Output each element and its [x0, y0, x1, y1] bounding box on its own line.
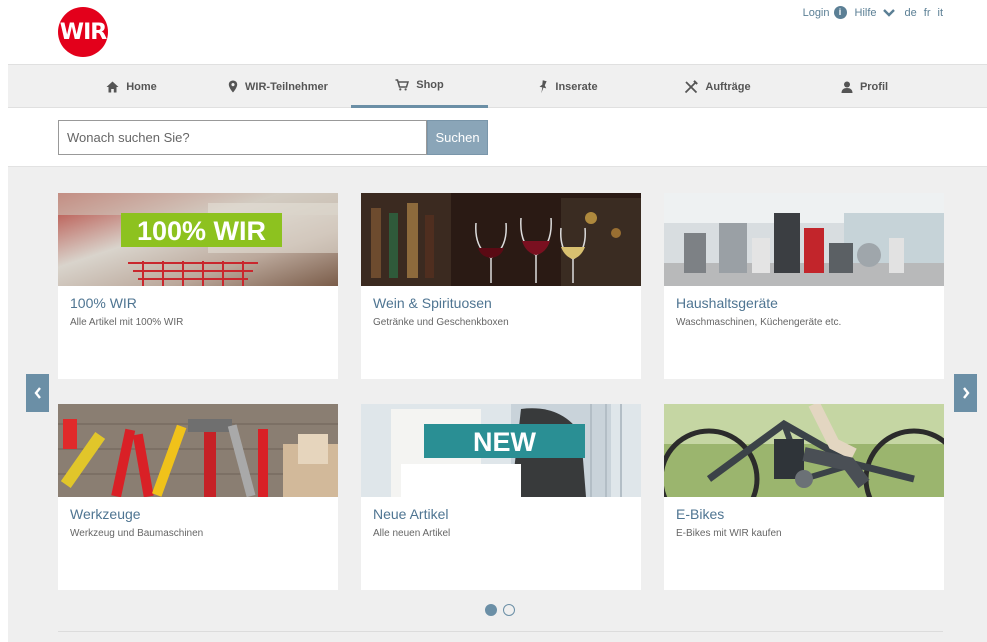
- main-nav: Home WIR-Teilnehmer Shop Inserate Aufträ…: [8, 64, 987, 108]
- banner-100-wir: 100% WIR: [137, 216, 266, 246]
- category-card-100-wir[interactable]: 100% WIR 100% WIR Alle Artikel mit 100% …: [58, 193, 338, 379]
- card-title: Werkzeuge: [70, 506, 141, 522]
- category-card-neue-artikel[interactable]: NEW Neue Artikel Alle neuen Artikel: [361, 404, 641, 590]
- card-title: E-Bikes: [676, 506, 725, 522]
- nav-auftraege[interactable]: Aufträge: [644, 65, 791, 108]
- carousel-dot-1[interactable]: [485, 604, 497, 616]
- nav-inserate[interactable]: Inserate: [498, 65, 638, 108]
- tools-icon: [685, 79, 699, 93]
- card-title: Wein & Spirituosen: [373, 295, 492, 311]
- wir-logo[interactable]: WIR: [58, 7, 108, 57]
- card-subtitle: E-Bikes mit WIR kaufen: [676, 528, 782, 539]
- cart-icon: [395, 79, 410, 91]
- card-subtitle: Werkzeug und Baumaschinen: [70, 528, 204, 539]
- card-image-wine-glasses: [361, 193, 641, 286]
- chevron-left-icon: [33, 387, 41, 399]
- nav-profil[interactable]: Profil: [791, 65, 938, 108]
- card-image-tools: [58, 404, 338, 497]
- carousel-prev-button[interactable]: [26, 374, 49, 412]
- card-subtitle: Getränke und Geschenkboxen: [373, 317, 509, 328]
- divider: [58, 631, 943, 632]
- card-title: Neue Artikel: [373, 506, 449, 522]
- user-icon: [841, 81, 853, 93]
- card-title: Haushaltsgeräte: [676, 295, 778, 311]
- lang-it[interactable]: it: [938, 7, 944, 19]
- carousel-next-button[interactable]: [954, 374, 977, 412]
- pushpin-icon: [539, 79, 548, 93]
- category-card-wein-spirituosen[interactable]: Wein & Spirituosen Getränke und Geschenk…: [361, 193, 641, 379]
- card-subtitle: Alle Artikel mit 100% WIR: [70, 317, 184, 328]
- nav-shop[interactable]: Shop: [351, 65, 488, 108]
- card-image-shopping-cart: 100% WIR: [58, 193, 338, 286]
- lang-fr[interactable]: fr: [924, 7, 931, 19]
- info-icon: i: [833, 6, 847, 19]
- card-subtitle: Alle neuen Artikel: [373, 528, 451, 539]
- category-card-werkzeuge[interactable]: Werkzeuge Werkzeug und Baumaschinen: [58, 404, 338, 590]
- card-image-ebike: [664, 404, 944, 497]
- chevron-right-icon: [962, 387, 970, 399]
- top-links: Login i Hilfe de fr it: [795, 6, 943, 19]
- category-card-haushaltsgeraete[interactable]: Haushaltsgeräte Waschmaschinen, Küchenge…: [664, 193, 944, 379]
- banner-new: NEW: [473, 427, 537, 457]
- carousel-pagination: [485, 604, 521, 616]
- home-icon: [106, 81, 119, 92]
- chevron-down-icon: [882, 8, 895, 17]
- nav-wir-teilnehmer[interactable]: WIR-Teilnehmer: [205, 65, 351, 108]
- search-button[interactable]: Suchen: [427, 120, 488, 155]
- map-pin-icon: [228, 80, 238, 93]
- header: WIR Login i Hilfe de fr it: [0, 0, 987, 64]
- card-image-appliances: [664, 193, 944, 286]
- carousel-dot-2[interactable]: [503, 604, 515, 616]
- card-subtitle: Waschmaschinen, Küchengeräte etc.: [676, 317, 842, 328]
- lang-de[interactable]: de: [905, 7, 917, 19]
- search-input[interactable]: [58, 120, 427, 155]
- card-title: 100% WIR: [70, 295, 137, 311]
- shop-categories: 100% WIR 100% WIR Alle Artikel mit 100% …: [8, 166, 987, 642]
- search-bar: Suchen: [58, 120, 488, 155]
- login-link[interactable]: Login i: [803, 6, 847, 19]
- help-link[interactable]: Hilfe: [855, 7, 895, 19]
- nav-home[interactable]: Home: [58, 65, 205, 108]
- card-image-new: NEW: [361, 404, 641, 497]
- category-card-e-bikes[interactable]: E-Bikes E-Bikes mit WIR kaufen: [664, 404, 944, 590]
